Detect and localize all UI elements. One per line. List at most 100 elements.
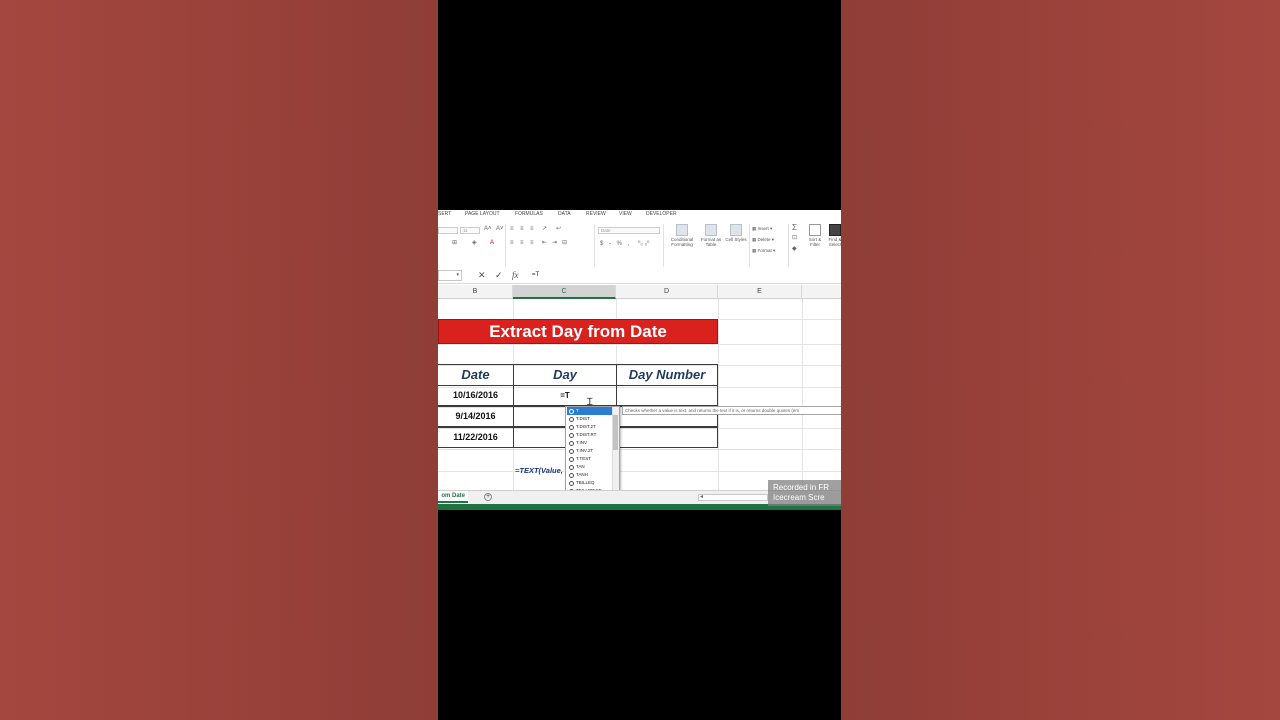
fill-color-icon[interactable]: ◈ <box>472 240 477 247</box>
function-icon <box>569 456 574 462</box>
header-day-number[interactable]: Day Number <box>616 364 718 386</box>
sort-filter-button[interactable]: Sort & Filter <box>806 224 824 247</box>
divider <box>749 224 750 270</box>
cancel-icon[interactable]: ✕ <box>478 270 486 281</box>
orientation-icon[interactable]: ↗ <box>542 226 547 233</box>
autocomplete-item[interactable]: T.DIST.RT <box>567 431 612 439</box>
format-as-table-button[interactable]: Format as Table <box>699 224 723 247</box>
header-date[interactable]: Date <box>438 364 514 386</box>
cell-day-number[interactable] <box>616 427 718 448</box>
insert-cells-button[interactable]: ▦ Insert ▾ <box>752 226 772 232</box>
horizontal-scrollbar[interactable]: ◂ <box>698 494 768 501</box>
autocomplete-item[interactable]: TBILLEQ <box>567 479 612 487</box>
column-header-c[interactable]: C <box>513 285 616 299</box>
align-middle-icon[interactable]: ≡ <box>520 226 524 233</box>
excel-window: SERT PAGE LAYOUT FORMULAS DATA REVIEW VI… <box>438 210 841 510</box>
wrap-text-icon[interactable]: ↩ <box>556 226 561 233</box>
add-sheet-icon[interactable]: + <box>484 493 492 501</box>
function-icon <box>569 472 574 478</box>
column-header-b[interactable]: B <box>438 285 513 299</box>
delete-cells-button[interactable]: ▦ Delete ▾ <box>752 237 774 243</box>
autocomplete-item[interactable]: T.INV.2T <box>567 447 612 455</box>
font-name-box[interactable] <box>438 227 458 234</box>
autocomplete-item[interactable]: T <box>567 407 612 415</box>
shrink-font-icon[interactable]: A˅ <box>496 226 504 233</box>
sheet-tab-active[interactable]: om Date <box>438 491 468 503</box>
name-box[interactable]: ▾ <box>438 270 462 281</box>
autocomplete-item-label: T.TEST <box>576 456 592 461</box>
formula-input[interactable]: =T <box>532 270 539 281</box>
autocomplete-item[interactable]: T.INV <box>567 439 612 447</box>
font-size-box[interactable]: 11 <box>460 227 480 234</box>
autosum-icon[interactable]: Σ <box>792 224 797 232</box>
column-header-d[interactable]: D <box>616 285 718 299</box>
merge-center-icon[interactable]: ⊟ <box>562 240 567 247</box>
gridline <box>718 299 719 499</box>
clear-icon[interactable]: ◆ <box>792 246 797 253</box>
format-as-table-icon <box>705 224 717 236</box>
autocomplete-item-label: TAN <box>576 464 585 469</box>
format-cells-button[interactable]: ▦ Format ▾ <box>752 248 775 254</box>
conditional-formatting-button[interactable]: Conditional Formatting <box>665 224 699 247</box>
format-label: Format <box>757 248 772 253</box>
tab-insert[interactable]: SERT <box>438 211 451 217</box>
cell-day-editing[interactable]: =T <box>513 385 617 406</box>
font-color-icon[interactable]: A <box>490 240 494 247</box>
tab-page-layout[interactable]: PAGE LAYOUT <box>465 211 500 217</box>
sheet-title: Extract Day from Date <box>438 319 718 344</box>
autocomplete-item[interactable]: T.DIST <box>567 415 612 423</box>
align-top-icon[interactable]: ≡ <box>510 226 514 233</box>
function-tooltip: Checks whether a value is text, and retu… <box>622 406 841 415</box>
autocomplete-item[interactable]: TAN <box>567 463 612 471</box>
insert-function-icon[interactable]: fx <box>512 270 519 281</box>
autocomplete-item-label: T <box>576 408 579 413</box>
autocomplete-item-label: T.INV <box>576 440 588 445</box>
increase-indent-icon[interactable]: ⇥ <box>552 240 557 247</box>
function-icon <box>569 416 574 422</box>
number-format-box[interactable]: Date <box>598 227 660 234</box>
scrollbar-thumb[interactable] <box>613 415 618 450</box>
autocomplete-item-label: T.DIST.RT <box>576 432 597 437</box>
borders-icon[interactable]: ⊞ <box>452 240 457 247</box>
cell-styles-button[interactable]: Cell Styles <box>724 224 748 242</box>
tab-review[interactable]: REVIEW <box>586 211 606 217</box>
function-icon <box>569 440 574 446</box>
cell-day-number[interactable] <box>616 385 718 406</box>
autocomplete-item-label: T.INV.2T <box>576 448 594 453</box>
find-select-button[interactable]: Find & Select <box>826 224 841 247</box>
autocomplete-item[interactable]: T.DIST.2T <box>567 423 612 431</box>
format-as-table-label: Format as Table <box>700 237 722 247</box>
watermark-line-1: Recorded in FR <box>773 483 830 492</box>
autocomplete-item[interactable]: TANH <box>567 471 612 479</box>
scroll-left-icon[interactable]: ◂ <box>700 493 703 500</box>
function-icon <box>569 432 574 438</box>
align-right-icon[interactable]: ≡ <box>530 240 534 247</box>
find-select-icon <box>829 224 841 236</box>
function-icon <box>569 448 574 454</box>
grow-font-icon[interactable]: A˄ <box>484 226 492 233</box>
align-center-icon[interactable]: ≡ <box>520 240 524 247</box>
number-format-icons[interactable]: $ - % , <box>600 241 631 248</box>
formula-bar: ▾ ✕ ✓ fx =T <box>438 267 841 284</box>
autocomplete-item-label: TANH <box>576 472 588 477</box>
align-bottom-icon[interactable]: ≡ <box>530 226 534 233</box>
column-header-e[interactable]: E <box>718 285 802 299</box>
autocomplete-item[interactable]: T.TEST <box>567 455 612 463</box>
tab-view[interactable]: VIEW <box>619 211 632 217</box>
tab-data[interactable]: DATA <box>558 211 571 217</box>
cell-date[interactable]: 10/16/2016 <box>438 385 514 406</box>
function-icon <box>569 464 574 470</box>
column-header-f[interactable] <box>802 285 841 299</box>
cell-date[interactable]: 9/14/2016 <box>438 406 514 427</box>
header-day[interactable]: Day <box>513 364 617 386</box>
decimal-icons[interactable]: ⁰₀ ₀⁰ <box>638 241 649 248</box>
tab-formulas[interactable]: FORMULAS <box>515 211 543 217</box>
enter-icon[interactable]: ✓ <box>495 270 503 281</box>
video-frame: SERT PAGE LAYOUT FORMULAS DATA REVIEW VI… <box>438 0 841 720</box>
tab-developer[interactable]: DEVELOPER <box>646 211 677 217</box>
decrease-indent-icon[interactable]: ⇤ <box>542 240 547 247</box>
fill-icon[interactable]: ⊡ <box>792 235 797 242</box>
cell-date[interactable]: 11/22/2016 <box>438 427 514 448</box>
align-left-icon[interactable]: ≡ <box>510 240 514 247</box>
conditional-formatting-label: Conditional Formatting <box>670 237 694 247</box>
